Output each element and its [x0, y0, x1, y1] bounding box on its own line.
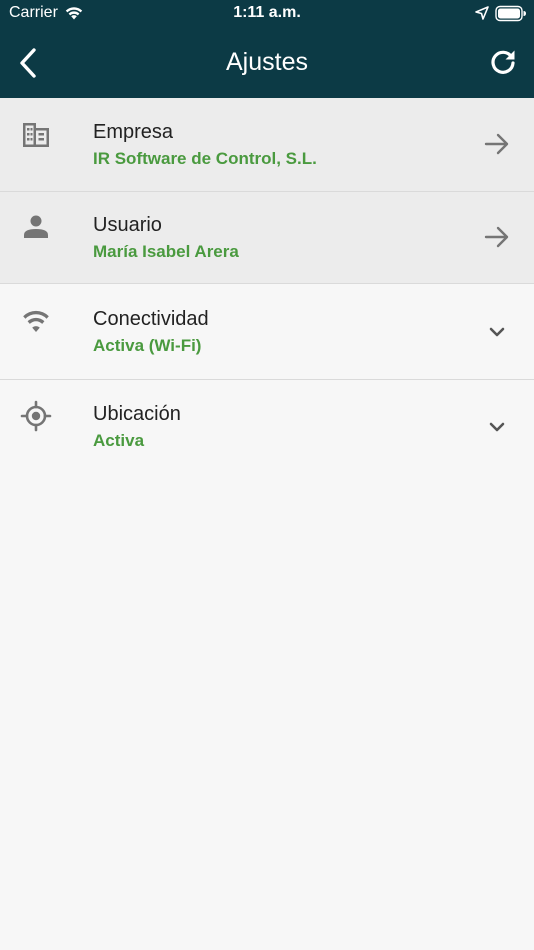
settings-row-title: Ubicación: [93, 403, 181, 425]
settings-row-ubicacion[interactable]: Ubicación Activa: [0, 380, 534, 475]
settings-row-conectividad[interactable]: Conectividad Activa (Wi-Fi): [0, 284, 534, 380]
wifi-icon: [23, 310, 49, 332]
building-icon: [23, 123, 49, 147]
person-icon: [24, 215, 48, 238]
settings-row-usuario[interactable]: Usuario María Isabel Arera: [0, 192, 534, 284]
settings-row-value: Activa: [93, 431, 145, 450]
gps-target-icon: [20, 400, 52, 432]
arrow-right-icon[interactable]: [481, 221, 513, 253]
refresh-icon[interactable]: [488, 47, 518, 77]
status-bar: Carrier 1:11 a.m.: [0, 0, 534, 28]
settings-row-empresa[interactable]: Empresa IR Software de Control, S.L.: [0, 98, 534, 192]
app-bar: Carrier 1:11 a.m. Ajustes: [0, 0, 534, 98]
status-time: 1:11 a.m.: [233, 4, 301, 21]
settings-row-title: Usuario: [93, 214, 162, 236]
battery-icon: [495, 5, 526, 22]
settings-row-title: Conectividad: [93, 308, 209, 330]
settings-row-title: Empresa: [93, 121, 174, 143]
settings-row-value: IR Software de Control, S.L.: [93, 149, 317, 168]
chevron-down-icon[interactable]: [481, 316, 513, 348]
arrow-right-icon[interactable]: [481, 128, 513, 160]
settings-row-value: Activa (Wi-Fi): [93, 336, 202, 355]
page-title: Ajustes: [226, 48, 308, 76]
location-arrow-icon: [475, 6, 489, 20]
settings-row-value: María Isabel Arera: [93, 242, 239, 261]
chevron-down-icon[interactable]: [481, 411, 513, 443]
